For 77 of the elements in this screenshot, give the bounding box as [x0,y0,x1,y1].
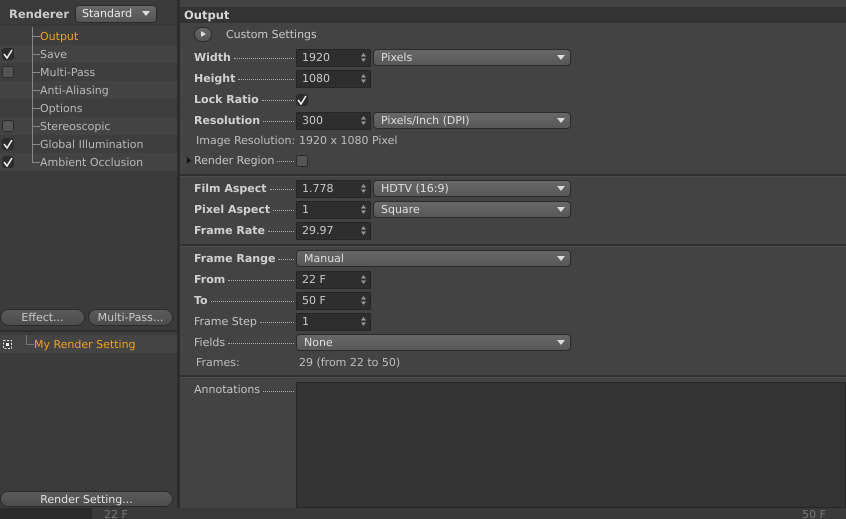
caret-icon [557,207,565,212]
dropdown[interactable]: Manual [296,250,571,267]
caret-icon [557,186,565,191]
renderer-dropdown[interactable]: Standard [75,4,158,22]
number-field[interactable]: 22 F [296,270,371,288]
annotations-field[interactable] [296,382,846,508]
checkbox[interactable] [2,66,14,78]
checkbox[interactable] [2,120,14,132]
check-icon [297,94,307,104]
field-label: Resolution [194,114,260,127]
checkbox[interactable] [296,154,308,166]
field-label: To [194,294,208,307]
panel-button[interactable]: Effect... [0,309,85,326]
field-label: Annotations [194,383,260,396]
dropdown[interactable]: HDTV (16:9) [373,180,571,197]
dropdown[interactable]: None [296,334,571,351]
info-value: 29 (from 22 to 50) [298,356,400,369]
field-label: Frame Step [194,315,257,328]
field-label: Pixel Aspect [194,203,270,216]
caret-icon [142,11,150,16]
checkbox[interactable] [296,94,308,106]
caret-icon [557,256,565,261]
timeline-bar[interactable]: 22 F 50 F [92,508,846,519]
field-label: Render Region [194,154,274,167]
caret-icon [557,340,565,345]
number-field[interactable]: 1920 [296,48,371,66]
number-field[interactable]: 1 [296,312,371,330]
tree-item[interactable]: Global Illumination [40,138,144,150]
number-field[interactable]: 1.778 [296,180,371,198]
field-label: Width [194,51,231,64]
info-label: Image Resolution: [196,134,296,147]
info-label: Frames: [196,356,241,369]
spinner-arrows-icon[interactable] [361,116,366,125]
spinner-arrows-icon[interactable] [361,53,366,62]
field-label: Height [194,72,236,85]
panel-button[interactable]: Multi-Pass... [88,309,173,326]
tree-item[interactable]: Output [40,30,78,42]
spinner-arrows-icon[interactable] [361,275,366,284]
panel-title: Output [180,7,846,23]
checkbox[interactable] [2,138,14,150]
tree-item[interactable]: Save [40,48,68,60]
number-field[interactable]: 300 [296,112,371,130]
spinner-arrows-icon[interactable] [361,184,366,193]
tree-item[interactable]: Options [40,102,82,114]
caret-icon [557,55,565,60]
spinner-arrows-icon[interactable] [361,226,366,235]
number-field[interactable]: 29.97 [296,222,371,240]
dropdown[interactable]: Pixels [373,49,571,66]
dropdown[interactable]: Pixels/Inch (DPI) [373,112,571,129]
check-icon [3,49,13,59]
number-field[interactable]: 1 [296,200,371,218]
spinner-arrows-icon[interactable] [361,205,366,214]
field-label: Film Aspect [194,182,267,195]
checkbox[interactable] [2,48,14,60]
caret-icon [557,118,565,123]
field-label: From [194,273,226,286]
field-label: Lock Ratio [194,93,259,106]
custom-settings-label: Custom Settings [226,28,317,40]
renderer-label: Renderer [9,6,70,20]
spinner-arrows-icon[interactable] [361,74,366,83]
checkbox[interactable] [2,156,14,168]
timeline-end: 50 F [802,508,826,519]
number-field[interactable]: 1080 [296,70,371,88]
target-icon [3,340,12,348]
tree-item[interactable]: Multi-Pass [40,66,96,78]
field-label: Frame Range [194,252,276,265]
spinner-arrows-icon[interactable] [361,296,366,305]
spinner-arrows-icon[interactable] [361,317,366,326]
timeline-start: 22 F [104,508,128,519]
field-label: Frame Rate [194,224,266,237]
play-button[interactable] [194,26,212,42]
info-value: 1920 x 1080 Pixel [298,134,398,147]
dropdown[interactable]: Square [373,201,571,218]
play-icon [200,31,206,37]
render-setting-button[interactable]: Render Setting... [0,491,173,507]
field-label: Fields [194,336,226,349]
number-field[interactable]: 50 F [296,292,371,310]
